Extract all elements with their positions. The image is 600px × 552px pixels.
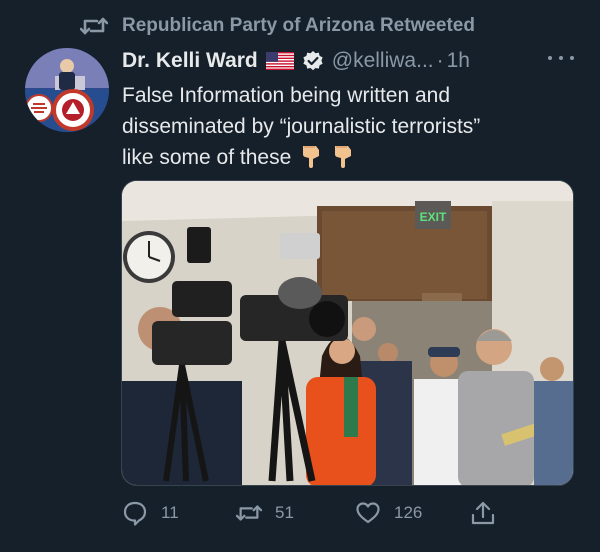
tweet-text-line-1: False Information being written and [122, 84, 451, 107]
reply-button[interactable]: 11 [122, 496, 179, 530]
tweet-action-bar: 11 51 126 [0, 496, 600, 530]
us-flag-emoji [265, 52, 294, 70]
tweet-text-line-3: like some of these [122, 142, 562, 173]
author-handle[interactable]: @kelliwa... [332, 49, 434, 73]
tweet-text-line-2: disseminated by “journalistic terrorists… [122, 115, 481, 138]
tweet-timestamp[interactable]: 1h [447, 49, 470, 73]
retweet-icon [80, 17, 108, 35]
like-count: 126 [394, 503, 423, 522]
verified-badge-icon [302, 50, 324, 72]
share-button[interactable] [470, 496, 496, 530]
retweeted-by-banner[interactable]: Republican Party of Arizona Retweeted [80, 14, 475, 38]
pointing-down-emoji-icon [299, 143, 323, 169]
tweet-text: False Information being written and diss… [122, 80, 562, 173]
heart-icon [356, 502, 380, 524]
pointing-down-emoji-icon [331, 143, 355, 169]
retweet-count: 51 [275, 503, 294, 522]
tweet-media-photo[interactable]: EXIT [121, 180, 574, 486]
reply-count: 11 [161, 503, 179, 522]
tweet-text-line-3-text: like some of these [122, 146, 292, 169]
author-avatar[interactable] [25, 48, 109, 132]
reply-icon [123, 501, 147, 526]
exit-sign-text: EXIT [420, 210, 447, 224]
like-button[interactable]: 126 [355, 496, 422, 530]
share-icon [471, 501, 495, 525]
tweet-header: Dr. Kelli Ward @kelliwa... · 1h [122, 46, 470, 76]
header-separator: · [436, 49, 444, 72]
retweet-icon [236, 505, 262, 521]
more-options-icon[interactable] [548, 48, 574, 68]
retweet-button[interactable]: 51 [236, 496, 294, 530]
retweeted-by-text: Republican Party of Arizona Retweeted [122, 15, 475, 36]
author-display-name[interactable]: Dr. Kelli Ward [122, 49, 258, 73]
